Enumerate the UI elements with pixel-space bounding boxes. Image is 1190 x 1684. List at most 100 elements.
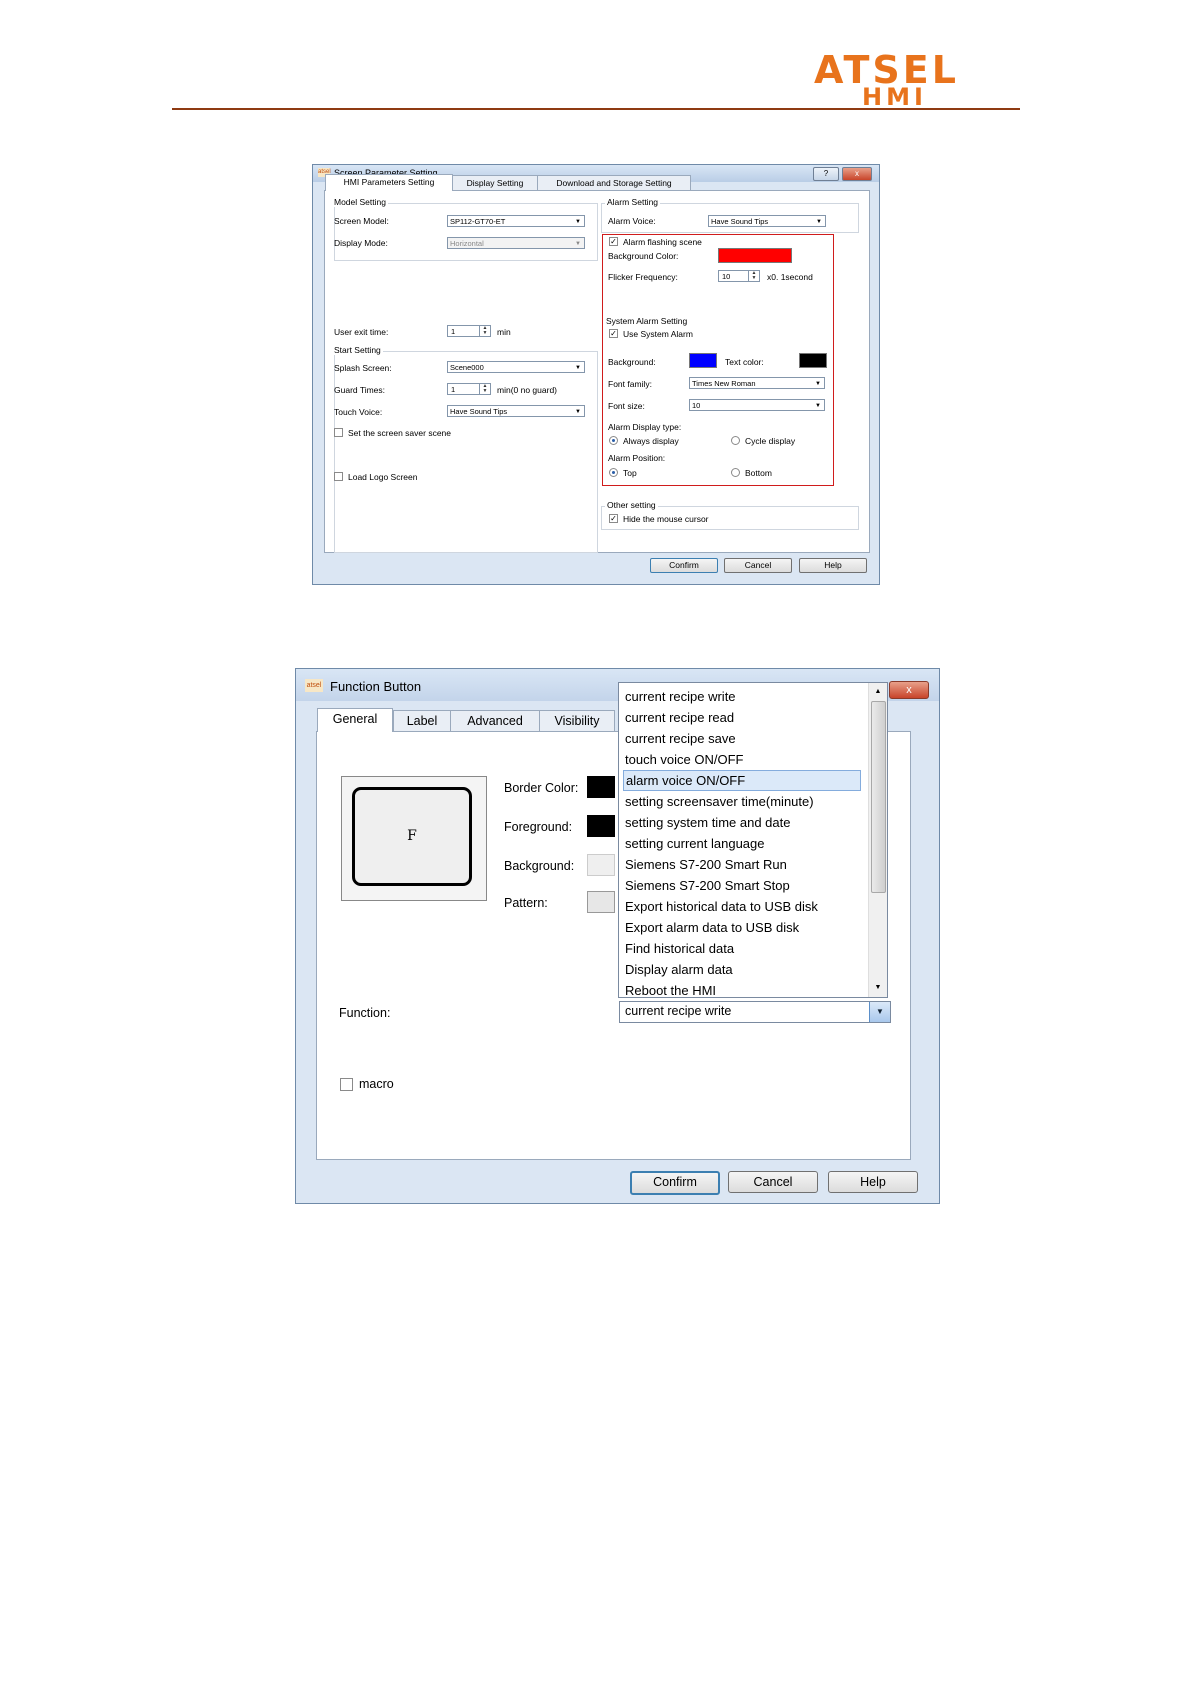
help-question-button[interactable]: ? [813,167,839,181]
function-value: current recipe write [625,1004,732,1018]
chevron-down-icon: ▼ [575,219,581,225]
chevron-down-icon[interactable]: ▼ [869,1002,890,1022]
border-color-swatch[interactable] [587,776,615,798]
tab-advanced[interactable]: Advanced [450,710,540,731]
list-item[interactable]: Export historical data to USB disk [623,896,861,917]
list-item[interactable]: setting screensaver time(minute) [623,791,861,812]
top-position-radio[interactable] [609,468,618,477]
flicker-frequency-label: Flicker Frequency: [608,272,678,282]
list-item[interactable]: setting system time and date [623,812,861,833]
spin-arrows-icon[interactable]: ▲ ▼ [479,384,490,394]
cycle-display-label: Cycle display [745,436,796,446]
dropdown-scrollbar[interactable]: ▲ ▼ [868,683,887,997]
confirm-button[interactable]: Confirm [650,558,718,573]
list-item[interactable]: current recipe write [623,686,861,707]
function-label: Function: [339,1006,391,1020]
tab-hmi-parameters[interactable]: HMI Parameters Setting [325,174,453,191]
tab-display-setting[interactable]: Display Setting [452,175,538,190]
list-item[interactable]: Export alarm data to USB disk [623,917,861,938]
touch-voice-select[interactable]: Have Sound Tips ▼ [447,405,585,417]
guard-times-unit: min(0 no guard) [497,385,558,395]
dialog-title: Function Button [330,679,422,694]
guard-times-value: 1 [451,385,456,394]
background-label: Background: [504,859,575,873]
list-item[interactable]: setting current language [623,833,861,854]
preview-char: F [407,828,417,844]
hide-cursor-checkbox[interactable]: ✓ [609,514,618,523]
app-logo-icon: atsel [305,679,323,692]
alarm-voice-value: Have Sound Tips [711,217,769,226]
user-exit-stepper[interactable]: 1 ▲ ▼ [447,325,491,337]
screensaver-checkbox[interactable] [334,428,343,437]
border-color-label: Border Color: [504,781,579,795]
alarm-background-swatch[interactable] [718,248,792,263]
cycle-display-radio[interactable] [731,436,740,445]
chevron-down-icon: ▼ [815,403,821,409]
close-button[interactable]: x [842,167,872,181]
list-item[interactable]: Reboot the HMI [623,980,861,1001]
system-background-swatch[interactable] [689,353,717,368]
tab-visibility[interactable]: Visibility [539,710,615,731]
button-preview: F [341,776,487,901]
background-color-label: Background Color: [608,251,679,261]
alarm-flashing-checkbox[interactable]: ✓ [609,237,618,246]
font-size-label: Font size: [608,401,645,411]
close-button[interactable]: x [889,681,929,699]
alarm-voice-select[interactable]: Have Sound Tips ▼ [708,215,826,227]
start-setting-group [334,351,598,553]
function-dropdown-list[interactable]: current recipe write current recipe read… [618,682,888,998]
alarm-display-type-label: Alarm Display type: [608,422,682,432]
help-button[interactable]: Help [799,558,867,573]
chevron-down-icon: ▼ [575,365,581,371]
font-family-label: Font family: [608,379,652,389]
foreground-swatch[interactable] [587,815,615,837]
flicker-frequency-value: 10 [722,272,731,281]
list-item[interactable]: Siemens S7-200 Smart Stop [623,875,861,896]
always-display-radio[interactable] [609,436,618,445]
use-system-alarm-checkbox[interactable]: ✓ [609,329,618,338]
list-item[interactable]: Siemens S7-200 Smart Run [623,854,861,875]
function-select[interactable]: current recipe write ▼ [619,1001,891,1023]
tab-download-storage[interactable]: Download and Storage Setting [537,175,691,190]
hide-cursor-label: Hide the mouse cursor [623,514,709,524]
screen-model-select[interactable]: SP112-GT70-ET ▼ [447,215,585,227]
confirm-button[interactable]: Confirm [630,1171,720,1195]
chevron-down-icon: ▼ [816,219,822,225]
model-setting-group [334,203,598,261]
list-item[interactable]: touch voice ON/OFF [623,749,861,770]
text-color-swatch[interactable] [799,353,827,368]
touch-voice-label: Touch Voice: [334,407,383,417]
flicker-frequency-stepper[interactable]: 10 ▲ ▼ [718,270,760,282]
splash-screen-value: Scene000 [450,363,484,372]
guard-times-stepper[interactable]: 1 ▲ ▼ [447,383,491,395]
display-mode-select[interactable]: Horizontal ▼ [447,237,585,249]
list-item[interactable]: current recipe save [623,728,861,749]
preview-button-face: F [352,787,472,886]
scroll-thumb[interactable] [871,701,886,893]
background-swatch[interactable] [587,854,615,876]
macro-checkbox[interactable] [340,1078,353,1091]
spin-arrows-icon[interactable]: ▲ ▼ [479,326,490,336]
list-item[interactable]: Display alarm data [623,959,861,980]
touch-voice-value: Have Sound Tips [450,407,508,416]
screen-parameter-dialog: atsel Screen Parameter Setting ? x HMI P… [312,164,880,585]
load-logo-checkbox[interactable] [334,472,343,481]
tab-label[interactable]: Label [393,710,451,731]
list-item-selected[interactable]: alarm voice ON/OFF [623,770,861,791]
pattern-swatch[interactable] [587,891,615,913]
font-size-value: 10 [692,401,701,410]
help-button[interactable]: Help [828,1171,918,1193]
spin-arrows-icon[interactable]: ▲ ▼ [748,271,759,281]
font-family-select[interactable]: Times New Roman ▼ [689,377,825,389]
cancel-button[interactable]: Cancel [724,558,792,573]
header-divider [172,108,1020,110]
cancel-button[interactable]: Cancel [728,1171,818,1193]
scroll-down-arrow-icon[interactable]: ▼ [869,981,887,995]
scroll-up-arrow-icon[interactable]: ▲ [869,685,887,699]
list-item[interactable]: current recipe read [623,707,861,728]
font-size-select[interactable]: 10 ▼ [689,399,825,411]
splash-screen-select[interactable]: Scene000 ▼ [447,361,585,373]
tab-general[interactable]: General [317,708,393,732]
list-item[interactable]: Find historical data [623,938,861,959]
bottom-position-radio[interactable] [731,468,740,477]
